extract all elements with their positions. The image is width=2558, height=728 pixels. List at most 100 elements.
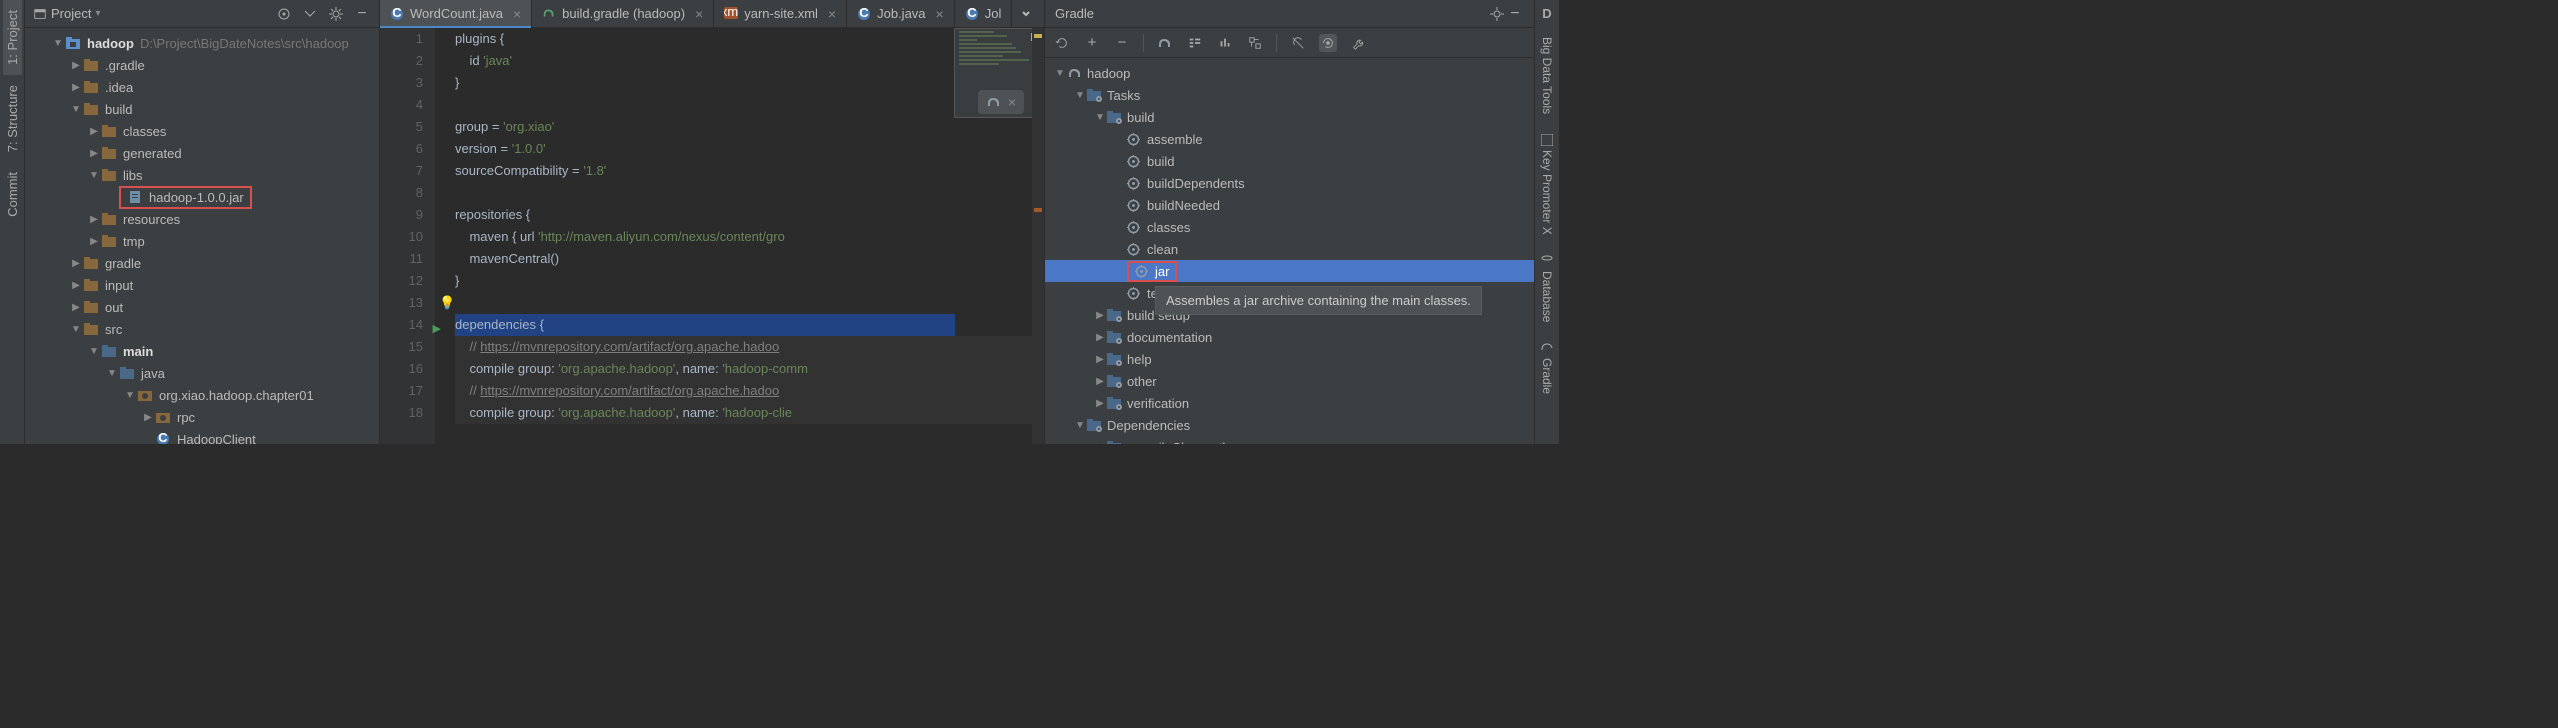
- close-icon[interactable]: ×: [695, 6, 703, 22]
- left-tool-rail: 1: Project 7: Structure Commit: [0, 0, 25, 444]
- gradle-assign-icon[interactable]: [1246, 34, 1264, 52]
- svg-text:C: C: [158, 432, 168, 444]
- gradle-remove-icon[interactable]: −: [1113, 34, 1131, 52]
- tab-label: WordCount.java: [410, 6, 503, 21]
- project-tree-item[interactable]: ▼hadoopD:\Project\BigDateNotes\src\hadoo…: [25, 32, 379, 54]
- project-tree-item[interactable]: hadoop-1.0.0.jar: [25, 186, 379, 208]
- tab-label: build.gradle (hadoop): [562, 6, 685, 21]
- rail-gradle[interactable]: Gradle: [1538, 332, 1556, 404]
- gradle-toggle-icon[interactable]: [1319, 34, 1337, 52]
- rail-keypromoter[interactable]: Key Promoter X: [1538, 124, 1556, 245]
- project-tree-item[interactable]: ▶generated: [25, 142, 379, 164]
- editor-tab[interactable]: C Jol: [955, 0, 1013, 27]
- gradle-tree-item[interactable]: ▶compileClasspath: [1045, 436, 1534, 444]
- project-panel-header: Project ▾ −: [25, 0, 379, 28]
- rail-project[interactable]: 1: Project: [3, 0, 22, 75]
- project-tree-item[interactable]: ▶tmp: [25, 230, 379, 252]
- gradle-tree-item[interactable]: ▶other: [1045, 370, 1534, 392]
- select-opened-file-icon[interactable]: [275, 5, 293, 23]
- tabs-overflow[interactable]: [1012, 0, 1040, 27]
- tab-label: Jol: [985, 6, 1002, 21]
- editor-tab[interactable]: xmlyarn-site.xml×: [714, 0, 847, 27]
- gradle-tree-item[interactable]: ▼build: [1045, 106, 1534, 128]
- editor-tab[interactable]: build.gradle (hadoop) ×: [532, 0, 714, 27]
- project-tree-item[interactable]: ▼java: [25, 362, 379, 384]
- elephant-icon: [986, 96, 1002, 108]
- gradle-tree-item[interactable]: ▼Dependencies: [1045, 414, 1534, 436]
- editor-tab[interactable]: CJob.java×: [847, 0, 955, 27]
- gradle-task-tooltip: Assembles a jar archive containing the m…: [1155, 286, 1482, 315]
- reader-mode-toggle[interactable]: ×: [978, 90, 1024, 114]
- gradle-hide-icon[interactable]: −: [1506, 5, 1524, 23]
- rail-bigdata[interactable]: Big Data Tools: [1538, 27, 1556, 124]
- editor-tabs: C WordCount.java × build.gradle (hadoop) × xm…: [380, 0, 1044, 28]
- project-tree-item[interactable]: ▶out: [25, 296, 379, 318]
- tab-label: Job.java: [877, 6, 925, 21]
- gradle-tree[interactable]: ▼hadoop▼Tasks▼buildassemblebuildbuildDep…: [1045, 58, 1534, 444]
- settings-gear-icon[interactable]: [327, 5, 345, 23]
- gradle-tree-item[interactable]: jar: [1045, 260, 1534, 282]
- gradle-wrench-icon[interactable]: [1349, 34, 1367, 52]
- error-stripe[interactable]: [1032, 28, 1044, 444]
- gradle-tree-item[interactable]: classes: [1045, 216, 1534, 238]
- project-tree-item[interactable]: ▶input: [25, 274, 379, 296]
- hide-panel-icon[interactable]: −: [353, 5, 371, 23]
- gradle-tree-item[interactable]: ▼hadoop: [1045, 62, 1534, 84]
- gradle-tree-item[interactable]: buildNeeded: [1045, 194, 1534, 216]
- class-icon: C: [390, 7, 404, 21]
- editor-area: C WordCount.java × build.gradle (hadoop) × xm…: [380, 0, 1044, 444]
- project-tree-item[interactable]: ▼build: [25, 98, 379, 120]
- project-icon: [33, 7, 47, 21]
- gradle-tree-item[interactable]: clean: [1045, 238, 1534, 260]
- gradle-panel-title: Gradle: [1055, 6, 1488, 21]
- project-tree-item[interactable]: ▼org.xiao.hadoop.chapter01: [25, 384, 379, 406]
- project-tree-item[interactable]: ▶.gradle: [25, 54, 379, 76]
- gradle-settings-icon[interactable]: [1488, 5, 1506, 23]
- svg-text:C: C: [967, 7, 977, 20]
- project-tree-item[interactable]: ▶rpc: [25, 406, 379, 428]
- close-icon[interactable]: ×: [936, 6, 944, 22]
- close-icon[interactable]: ×: [513, 6, 521, 22]
- right-tool-rail: D Big Data Tools Key Promoter X Database…: [1534, 0, 1559, 444]
- gradle-tree-item[interactable]: ▼Tasks: [1045, 84, 1534, 106]
- editor-gutter: 1234567891011121314▶15161718: [380, 28, 435, 444]
- expand-all-icon[interactable]: [301, 5, 319, 23]
- rail-bigdata-letter[interactable]: D: [1542, 0, 1551, 27]
- gradle-panel-header: Gradle −: [1045, 0, 1534, 28]
- project-tree-item[interactable]: ▼main: [25, 340, 379, 362]
- project-tree-item[interactable]: ▶.idea: [25, 76, 379, 98]
- project-tree[interactable]: ▼hadoopD:\Project\BigDateNotes\src\hadoo…: [25, 28, 379, 444]
- project-tree-item[interactable]: ▶classes: [25, 120, 379, 142]
- gradle-tree-item[interactable]: ▶help: [1045, 348, 1534, 370]
- gradle-tree-item[interactable]: build: [1045, 150, 1534, 172]
- gradle-tree-item[interactable]: ▶documentation: [1045, 326, 1534, 348]
- project-tree-item[interactable]: ▶gradle: [25, 252, 379, 274]
- xml-icon: xml: [724, 7, 738, 21]
- gradle-offline-icon[interactable]: [1289, 34, 1307, 52]
- project-tree-item[interactable]: ▼libs: [25, 164, 379, 186]
- gradle-panel: Gradle − + − ▼hadoop▼Tasks▼buildassemble…: [1044, 0, 1534, 444]
- gradle-analyze-icon[interactable]: [1216, 34, 1234, 52]
- gradle-refresh-icon[interactable]: [1053, 34, 1071, 52]
- project-panel-title[interactable]: Project ▾: [33, 6, 275, 21]
- project-tree-item[interactable]: ▼src: [25, 318, 379, 340]
- gradle-add-icon[interactable]: +: [1083, 34, 1101, 52]
- rail-database[interactable]: Database: [1538, 245, 1556, 332]
- editor-tab[interactable]: C WordCount.java ×: [380, 0, 532, 27]
- gradle-tree-item[interactable]: assemble: [1045, 128, 1534, 150]
- close-icon[interactable]: ×: [828, 6, 836, 22]
- editor-code[interactable]: plugins { id 'java'}group = 'org.xiao've…: [435, 28, 1044, 444]
- rail-structure[interactable]: 7: Structure: [3, 75, 22, 162]
- gradle-toolbar: + −: [1045, 28, 1534, 58]
- gradle-tree-item[interactable]: buildDependents: [1045, 172, 1534, 194]
- project-panel: Project ▾ − ▼hadoopD:\Project\BigDateNot…: [25, 0, 380, 444]
- project-tree-item[interactable]: CHadoopClient: [25, 428, 379, 444]
- gradle-run-icon[interactable]: [1156, 34, 1174, 52]
- rail-commit[interactable]: Commit: [3, 162, 22, 227]
- class-icon: C: [965, 7, 979, 21]
- project-tree-item[interactable]: ▶resources: [25, 208, 379, 230]
- gradle-tasks-icon[interactable]: [1186, 34, 1204, 52]
- gradle-icon: [542, 7, 556, 21]
- svg-text:xml: xml: [724, 7, 738, 19]
- gradle-tree-item[interactable]: ▶verification: [1045, 392, 1534, 414]
